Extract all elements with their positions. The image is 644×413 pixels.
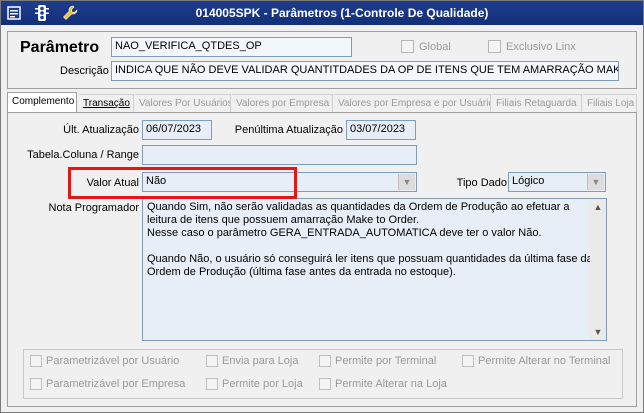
nota-line bbox=[147, 240, 602, 253]
checkbox-box[interactable] bbox=[30, 378, 42, 390]
checkbox-box[interactable] bbox=[319, 355, 331, 367]
permite-alterar-loja-checkbox[interactable]: Permite Alterar na Loja bbox=[319, 378, 447, 390]
tipo-dado-label: Tipo Dado bbox=[456, 177, 507, 189]
checkbox-box[interactable] bbox=[206, 378, 218, 390]
ult-atualizacao-label: Últ. Atualização bbox=[63, 124, 139, 136]
parametro-label: Parâmetro bbox=[20, 39, 100, 56]
global-checkbox-box[interactable] bbox=[401, 40, 414, 53]
window-title: 014005SPK - Parâmetros (1-Controle De Qu… bbox=[195, 6, 489, 20]
exclusivo-linx-checkbox-box[interactable] bbox=[488, 40, 501, 53]
parameter-window: 014005SPK - Parâmetros (1-Controle De Qu… bbox=[0, 0, 644, 413]
chevron-down-icon[interactable]: ▼ bbox=[587, 174, 604, 190]
tab-valores-empresa-usuario[interactable]: Valores por Empresa e por Usuário bbox=[334, 94, 491, 112]
checkbox-box[interactable] bbox=[462, 355, 474, 367]
descricao-field[interactable]: INDICA QUE NÃO DEVE VALIDAR QUANTITDADES… bbox=[111, 61, 619, 81]
penultima-atualizacao-field[interactable]: 03/07/2023 bbox=[346, 120, 416, 140]
chevron-down-icon[interactable]: ▼ bbox=[398, 174, 415, 190]
permite-alterar-terminal-label: Permite Alterar no Terminal bbox=[478, 355, 611, 367]
checkbox-box[interactable] bbox=[319, 378, 331, 390]
tipo-dado-value: Lógico bbox=[512, 175, 545, 187]
permite-terminal-label: Permite por Terminal bbox=[335, 355, 437, 367]
header-panel: Parâmetro NAO_VERIFICA_QTDES_OP Global E… bbox=[7, 31, 637, 89]
parametro-field[interactable]: NAO_VERIFICA_QTDES_OP bbox=[111, 37, 352, 57]
global-label: Global bbox=[419, 40, 451, 53]
tabela-coluna-field[interactable] bbox=[142, 145, 417, 165]
tab-complemento[interactable]: Complemento bbox=[7, 92, 77, 112]
permite-alterar-terminal-checkbox[interactable]: Permite Alterar no Terminal bbox=[462, 355, 610, 367]
permite-alterar-loja-label: Permite Alterar na Loja bbox=[335, 378, 447, 390]
parametrizavel-usuario-checkbox[interactable]: Parametrizável por Usuário bbox=[30, 355, 179, 367]
exclusivo-linx-label: Exclusivo Linx bbox=[506, 40, 576, 53]
nota-line: leitura de itens que possuem amarração M… bbox=[147, 214, 420, 226]
permite-loja-checkbox[interactable]: Permite por Loja bbox=[206, 378, 303, 390]
envia-loja-checkbox[interactable]: Envia para Loja bbox=[206, 355, 298, 367]
nota-line: Quando Sim, não serão validadas as quant… bbox=[147, 201, 570, 213]
parametrizavel-empresa-label: Parametrizável por Empresa bbox=[46, 378, 186, 390]
nota-programador-memo[interactable]: Quando Sim, não serão validadas as quant… bbox=[142, 198, 607, 341]
chevron-down-icon[interactable]: ▼ bbox=[590, 324, 606, 340]
penultima-atualizacao-label: Penúltima Atualização bbox=[234, 124, 343, 136]
descricao-label: Descrição bbox=[60, 65, 109, 77]
parametrizavel-empresa-checkbox[interactable]: Parametrizável por Empresa bbox=[30, 378, 185, 390]
permite-loja-label: Permite por Loja bbox=[222, 378, 303, 390]
tab-filiais-retaguarda[interactable]: Filiais Retaguarda bbox=[492, 94, 582, 112]
envia-loja-label: Envia para Loja bbox=[222, 355, 299, 367]
checkbox-box[interactable] bbox=[30, 355, 42, 367]
tab-filiais-loja[interactable]: Filiais Loja bbox=[583, 94, 637, 112]
tab-transacao[interactable]: Transação bbox=[79, 94, 134, 112]
global-checkbox[interactable]: Global bbox=[401, 40, 451, 53]
nota-line: Quando Não, o usuário só conseguirá ler … bbox=[147, 253, 593, 265]
parametrizavel-usuario-label: Parametrizável por Usuário bbox=[46, 355, 180, 367]
tab-valores-usuarios[interactable]: Valores Por Usuários bbox=[135, 94, 231, 112]
chevron-up-icon[interactable]: ▲ bbox=[590, 199, 606, 215]
tipo-dado-combo[interactable]: Lógico ▼ bbox=[508, 172, 606, 192]
nota-line: Nesse caso o parâmetro GERA_ENTRADA_AUTO… bbox=[147, 227, 542, 239]
ult-atualizacao-field[interactable]: 06/07/2023 bbox=[142, 120, 212, 140]
nota-line: Ordem de Produção (última fase antes da … bbox=[147, 266, 456, 278]
highlight-box bbox=[68, 167, 297, 199]
tabela-coluna-label: Tabela.Coluna / Range bbox=[27, 149, 139, 161]
memo-scrollbar[interactable]: ▲ ▼ bbox=[590, 199, 606, 340]
nota-programador-label: Nota Programador bbox=[48, 202, 140, 214]
exclusivo-linx-checkbox[interactable]: Exclusivo Linx bbox=[488, 40, 576, 53]
title-bar[interactable]: 014005SPK - Parâmetros (1-Controle De Qu… bbox=[1, 1, 643, 25]
permite-terminal-checkbox[interactable]: Permite por Terminal bbox=[319, 355, 436, 367]
checkbox-box[interactable] bbox=[206, 355, 218, 367]
tab-valores-empresa[interactable]: Valores por Empresa bbox=[232, 94, 333, 112]
options-group: Parametrizável por Usuário Envia para Lo… bbox=[23, 349, 623, 399]
tab-bar: Complemento Transação Valores Por Usuári… bbox=[7, 92, 637, 112]
